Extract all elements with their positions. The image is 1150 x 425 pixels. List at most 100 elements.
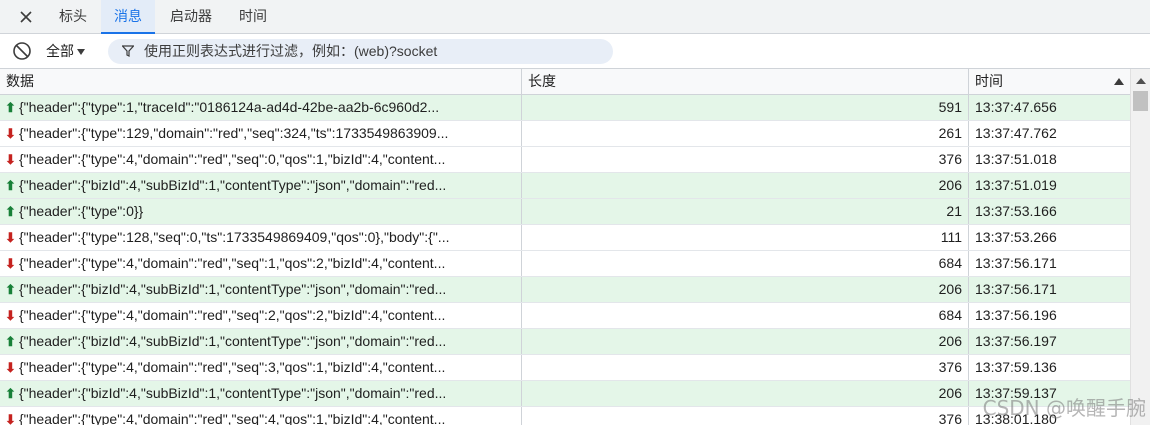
- message-length-cell: 206: [521, 329, 968, 354]
- sent-arrow-icon: ⬆: [5, 334, 16, 349]
- message-length-cell: 111: [521, 225, 968, 250]
- table-row[interactable]: ⬆ {"header":{"bizId":4,"subBizId":1,"cont…: [0, 381, 1130, 407]
- message-length-cell: 206: [521, 173, 968, 198]
- chevron-down-icon: [77, 49, 85, 56]
- table-header: 数据 长度 时间: [0, 69, 1130, 95]
- message-time-cell: 13:37:59.136: [968, 355, 1130, 380]
- table-row[interactable]: ⬇ {"header":{"type":4,"domain":"red","seq…: [0, 251, 1130, 277]
- message-data-text: {"header":{"type":4,"domain":"red","seq"…: [19, 151, 446, 167]
- message-length-cell: 376: [521, 355, 968, 380]
- received-arrow-icon: ⬇: [5, 152, 16, 167]
- table-row[interactable]: ⬇ {"header":{"type":4,"domain":"red","seq…: [0, 407, 1130, 425]
- message-data-text: {"header":{"type":4,"domain":"red","seq"…: [19, 255, 446, 271]
- filter-icon: [122, 45, 134, 57]
- message-data-text: {"header":{"type":0}}: [19, 203, 144, 219]
- received-arrow-icon: ⬇: [5, 308, 16, 323]
- received-arrow-icon: ⬇: [5, 256, 16, 271]
- message-data-cell: ⬇ {"header":{"type":128,"seq":0,"ts":1733…: [0, 225, 520, 250]
- message-time-cell: 13:37:53.166: [968, 199, 1130, 224]
- message-time-cell: 13:37:51.018: [968, 147, 1130, 172]
- message-time-cell: 13:37:56.197: [968, 329, 1130, 354]
- column-header-time[interactable]: 时间: [968, 69, 1130, 94]
- sent-arrow-icon: ⬆: [5, 100, 16, 115]
- message-data-text: {"header":{"type":129,"domain":"red","se…: [19, 125, 449, 141]
- column-header-length[interactable]: 长度: [521, 69, 968, 94]
- message-time-cell: 13:37:56.196: [968, 303, 1130, 328]
- message-data-cell: ⬆ {"header":{"bizId":4,"subBizId":1,"cont…: [0, 381, 520, 406]
- message-data-cell: ⬆ {"header":{"bizId":4,"subBizId":1,"cont…: [0, 277, 520, 302]
- message-data-cell: ⬆ {"header":{"type":0}}: [0, 199, 520, 224]
- message-time-cell: 13:37:56.171: [968, 251, 1130, 276]
- filter-input[interactable]: 使用正则表达式进行过滤，例如：(web)?socket: [108, 39, 613, 64]
- table-row[interactable]: ⬇ {"header":{"type":4,"domain":"red","seq…: [0, 355, 1130, 381]
- tab-bar: 标头 消息 启动器 时间: [0, 0, 1150, 34]
- tab-initiator[interactable]: 启动器: [168, 0, 222, 33]
- tab-messages[interactable]: 消息: [101, 0, 155, 34]
- message-time-cell: 13:37:47.762: [968, 121, 1130, 146]
- message-data-text: {"header":{"bizId":4,"subBizId":1,"conte…: [19, 385, 447, 401]
- table-row[interactable]: ⬆ {"header":{"type":1,"traceId":"0186124a…: [0, 95, 1130, 121]
- message-data-cell: ⬇ {"header":{"type":4,"domain":"red","seq…: [0, 355, 520, 380]
- table-row[interactable]: ⬇ {"header":{"type":4,"domain":"red","seq…: [0, 303, 1130, 329]
- message-data-text: {"header":{"bizId":4,"subBizId":1,"conte…: [19, 281, 447, 297]
- message-data-text: {"header":{"bizId":4,"subBizId":1,"conte…: [19, 177, 447, 193]
- received-arrow-icon: ⬇: [5, 230, 16, 245]
- message-data-cell: ⬇ {"header":{"type":4,"domain":"red","seq…: [0, 303, 520, 328]
- message-data-cell: ⬇ {"header":{"type":4,"domain":"red","seq…: [0, 251, 520, 276]
- scroll-up-icon[interactable]: [1136, 78, 1146, 84]
- column-header-data[interactable]: 数据: [0, 69, 520, 94]
- watermark: CSDN @唤醒手腕: [982, 396, 1146, 420]
- table-row[interactable]: ⬇ {"header":{"type":4,"domain":"red","seq…: [0, 147, 1130, 173]
- message-length-cell: 591: [521, 95, 968, 120]
- messages-toolbar: 全部 使用正则表达式进行过滤，例如：(web)?socket: [0, 34, 1150, 69]
- tab-timing[interactable]: 时间: [237, 0, 275, 33]
- received-arrow-icon: ⬇: [5, 412, 16, 425]
- received-arrow-icon: ⬇: [5, 126, 16, 141]
- message-time-cell: 13:37:51.019: [968, 173, 1130, 198]
- table-row[interactable]: ⬆ {"header":{"bizId":4,"subBizId":1,"cont…: [0, 277, 1130, 303]
- block-icon[interactable]: [12, 41, 32, 61]
- message-data-cell: ⬇ {"header":{"type":4,"domain":"red","seq…: [0, 147, 520, 172]
- filter-input-placeholder: 使用正则表达式进行过滤，例如：(web)?socket: [144, 43, 438, 59]
- message-data-text: {"header":{"type":4,"domain":"red","seq"…: [19, 359, 446, 375]
- vertical-scrollbar[interactable]: [1130, 69, 1150, 425]
- close-icon[interactable]: [16, 8, 36, 26]
- tab-headers[interactable]: 标头: [57, 0, 97, 33]
- message-type-select[interactable]: 全部: [46, 41, 85, 61]
- message-length-cell: 684: [521, 303, 968, 328]
- message-data-cell: ⬆ {"header":{"bizId":4,"subBizId":1,"cont…: [0, 173, 520, 198]
- messages-table-body: ⬆ {"header":{"type":1,"traceId":"0186124a…: [0, 95, 1130, 425]
- sent-arrow-icon: ⬆: [5, 204, 16, 219]
- message-time-cell: 13:37:53.266: [968, 225, 1130, 250]
- message-data-text: {"header":{"type":4,"domain":"red","seq"…: [19, 307, 446, 323]
- message-length-cell: 21: [521, 199, 968, 224]
- table-row[interactable]: ⬇ {"header":{"type":129,"domain":"red","s…: [0, 121, 1130, 147]
- message-data-cell: ⬇ {"header":{"type":129,"domain":"red","s…: [0, 121, 520, 146]
- sent-arrow-icon: ⬆: [5, 386, 16, 401]
- message-data-cell: ⬆ {"header":{"type":1,"traceId":"0186124a…: [0, 95, 520, 120]
- message-length-cell: 206: [521, 277, 968, 302]
- sent-arrow-icon: ⬆: [5, 178, 16, 193]
- sent-arrow-icon: ⬆: [5, 282, 16, 297]
- message-time-cell: 13:37:56.171: [968, 277, 1130, 302]
- message-length-cell: 684: [521, 251, 968, 276]
- column-header-time-label: 时间: [975, 73, 1003, 89]
- message-length-cell: 376: [521, 407, 968, 425]
- message-data-text: {"header":{"bizId":4,"subBizId":1,"conte…: [19, 333, 447, 349]
- table-row[interactable]: ⬆ {"header":{"bizId":4,"subBizId":1,"cont…: [0, 173, 1130, 199]
- websocket-messages-panel: 标头 消息 启动器 时间 全部 使用正则表达式进行过滤，例如：(web)?soc…: [0, 0, 1150, 425]
- message-length-cell: 261: [521, 121, 968, 146]
- table-row[interactable]: ⬆ {"header":{"bizId":4,"subBizId":1,"cont…: [0, 329, 1130, 355]
- message-data-cell: ⬆ {"header":{"bizId":4,"subBizId":1,"cont…: [0, 329, 520, 354]
- received-arrow-icon: ⬇: [5, 360, 16, 375]
- sort-ascending-icon: [1114, 78, 1124, 85]
- table-row[interactable]: ⬇ {"header":{"type":128,"seq":0,"ts":1733…: [0, 225, 1130, 251]
- message-length-cell: 376: [521, 147, 968, 172]
- scrollbar-thumb[interactable]: [1133, 91, 1148, 111]
- message-length-cell: 206: [521, 381, 968, 406]
- message-data-cell: ⬇ {"header":{"type":4,"domain":"red","seq…: [0, 407, 520, 425]
- message-type-select-value: 全部: [46, 43, 74, 59]
- message-data-text: {"header":{"type":128,"seq":0,"ts":17335…: [19, 229, 450, 245]
- message-data-text: {"header":{"type":1,"traceId":"0186124a-…: [19, 99, 440, 115]
- table-row[interactable]: ⬆ {"header":{"type":0}} 21 13:37:53.166: [0, 199, 1130, 225]
